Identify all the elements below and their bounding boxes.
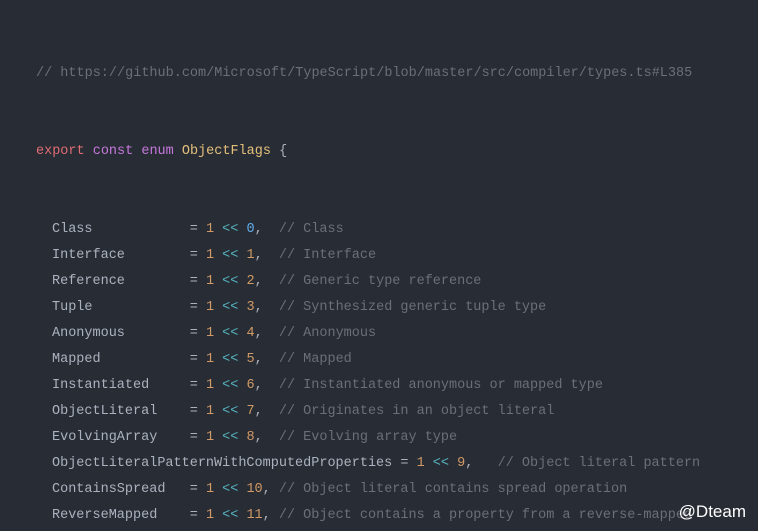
line-comment: // Evolving array type (279, 430, 457, 445)
number-one: 1 (206, 482, 214, 497)
number-one: 1 (206, 222, 214, 237)
code-line: // https://github.com/Microsoft/TypeScri… (0, 61, 758, 87)
bit-position: 6 (246, 378, 254, 393)
line-comment: // Object literal pattern (498, 456, 701, 471)
code-line: Reference = 1 << 2, // Generic type refe… (0, 269, 758, 295)
number-one: 1 (206, 326, 214, 341)
number-one: 1 (206, 508, 214, 523)
member-name: ObjectLiteral (52, 404, 157, 419)
shift-operator: << (214, 482, 246, 497)
code-line: export const enum ObjectFlags { (0, 139, 758, 165)
bit-position: 0 (246, 222, 254, 237)
kw-export: export (36, 144, 85, 159)
member-name: ObjectLiteralPatternWithComputedProperti… (52, 456, 392, 471)
member-name: ContainsSpread (52, 482, 165, 497)
shift-operator: << (214, 378, 246, 393)
shift-operator: << (214, 248, 246, 263)
line-comment: // Object contains a property from a rev… (279, 508, 692, 523)
line-comment: // Synthesized generic tuple type (279, 300, 546, 315)
shift-operator: << (214, 326, 246, 341)
member-name: Interface (52, 248, 125, 263)
shift-operator: << (425, 456, 457, 471)
shift-operator: << (214, 508, 246, 523)
bit-position: 10 (246, 482, 262, 497)
member-name: Tuple (52, 300, 93, 315)
number-one: 1 (206, 430, 214, 445)
code-line: ObjectLiteralPatternWithComputedProperti… (0, 451, 758, 477)
code-line: Class = 1 << 0, // Class (0, 217, 758, 243)
bit-position: 9 (457, 456, 465, 471)
shift-operator: << (214, 404, 246, 419)
number-one: 1 (206, 248, 214, 263)
code-line: EvolvingArray = 1 << 8, // Evolving arra… (0, 425, 758, 451)
code-line: Anonymous = 1 << 4, // Anonymous (0, 321, 758, 347)
shift-operator: << (214, 274, 246, 289)
line-comment: // Class (279, 222, 344, 237)
bit-position: 3 (246, 300, 254, 315)
shift-operator: << (214, 430, 246, 445)
shift-operator: << (214, 300, 246, 315)
member-name: ReverseMapped (52, 508, 157, 523)
number-one: 1 (417, 456, 425, 471)
member-name: Anonymous (52, 326, 125, 341)
code-line: ReverseMapped = 1 << 11, // Object conta… (0, 503, 758, 529)
watermark: @Dteam (679, 499, 746, 525)
number-one: 1 (206, 352, 214, 367)
code-line: ContainsSpread = 1 << 10, // Object lite… (0, 477, 758, 503)
code-line: Interface = 1 << 1, // Interface (0, 243, 758, 269)
line-comment: // Instantiated anonymous or mapped type (279, 378, 603, 393)
bit-position: 5 (246, 352, 254, 367)
bit-position: 7 (246, 404, 254, 419)
bit-position: 1 (246, 248, 254, 263)
code-line: ObjectLiteral = 1 << 7, // Originates in… (0, 399, 758, 425)
source-url-comment: // https://github.com/Microsoft/TypeScri… (36, 66, 692, 81)
code-line: Mapped = 1 << 5, // Mapped (0, 347, 758, 373)
enum-name: ObjectFlags (182, 144, 271, 159)
line-comment: // Generic type reference (279, 274, 482, 289)
member-name: EvolvingArray (52, 430, 157, 445)
shift-operator: << (214, 352, 246, 367)
line-comment: // Object literal contains spread operat… (279, 482, 627, 497)
kw-const: const (93, 144, 134, 159)
code-block: // https://github.com/Microsoft/TypeScri… (0, 0, 758, 531)
code-line: Instantiated = 1 << 6, // Instantiated a… (0, 373, 758, 399)
bit-position: 2 (246, 274, 254, 289)
line-comment: // Anonymous (279, 326, 376, 341)
number-one: 1 (206, 274, 214, 289)
line-comment: // Interface (279, 248, 376, 263)
brace-open: { (279, 144, 287, 159)
member-name: Class (52, 222, 93, 237)
shift-operator: << (214, 222, 246, 237)
kw-enum: enum (141, 144, 173, 159)
number-one: 1 (206, 300, 214, 315)
line-comment: // Mapped (279, 352, 352, 367)
number-one: 1 (206, 378, 214, 393)
bit-position: 11 (246, 508, 262, 523)
member-name: Reference (52, 274, 125, 289)
code-line: Tuple = 1 << 3, // Synthesized generic t… (0, 295, 758, 321)
line-comment: // Originates in an object literal (279, 404, 554, 419)
member-name: Mapped (52, 352, 101, 367)
member-name: Instantiated (52, 378, 149, 393)
bit-position: 8 (246, 430, 254, 445)
number-one: 1 (206, 404, 214, 419)
bit-position: 4 (246, 326, 254, 341)
